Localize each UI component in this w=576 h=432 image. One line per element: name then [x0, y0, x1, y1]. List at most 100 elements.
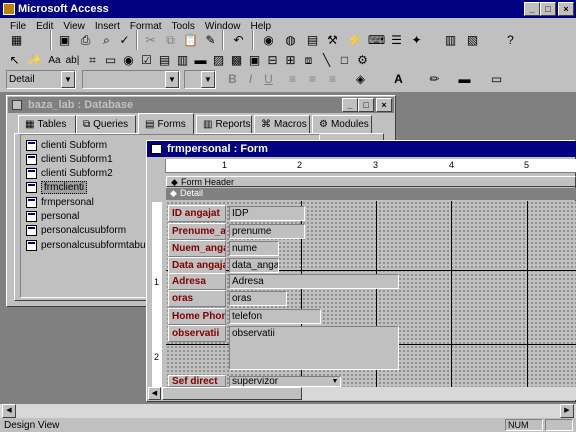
- textbox-icon[interactable]: ab|: [62, 50, 83, 70]
- list-item[interactable]: personalcusubform: [26, 223, 126, 237]
- toolbox-icon[interactable]: ⚒: [322, 30, 343, 50]
- field-combobox[interactable]: supervizor ▼: [229, 376, 341, 387]
- format-painter-icon[interactable]: ✎: [200, 30, 221, 50]
- field-label[interactable]: Adresa: [168, 273, 226, 290]
- field-textbox[interactable]: nume: [229, 241, 279, 256]
- form-icon: [151, 144, 162, 154]
- control-wizards-icon[interactable]: ✨: [24, 50, 45, 70]
- tab-macros[interactable]: ⌘ Macros: [254, 115, 310, 133]
- field-textbox[interactable]: data_angaj: [229, 258, 279, 273]
- chevron-down-icon[interactable]: ▼: [61, 71, 75, 88]
- database-window-title: baza_lab : Database: [28, 99, 134, 111]
- cut-icon[interactable]: ✂: [140, 30, 161, 50]
- size-combo[interactable]: ▼: [184, 70, 216, 89]
- status-mode: Design View: [4, 420, 60, 431]
- align-right-icon[interactable]: ≡: [322, 69, 343, 89]
- object-combo[interactable]: Detail ▼: [6, 70, 76, 89]
- database-window-icon[interactable]: ▥: [440, 30, 461, 50]
- section-arrow-icon: ◆: [170, 188, 177, 198]
- field-label[interactable]: Nuem_angajat: [168, 240, 226, 257]
- scroll-left-icon[interactable]: ◀: [148, 387, 161, 400]
- print-icon[interactable]: ⎙: [75, 30, 96, 50]
- tab-reports[interactable]: ▥ Reports: [196, 115, 252, 133]
- chevron-down-icon[interactable]: ▼: [165, 71, 179, 88]
- close-button[interactable]: ×: [376, 98, 392, 112]
- field-label[interactable]: oras: [168, 290, 226, 307]
- chevron-down-icon[interactable]: ▼: [201, 71, 215, 88]
- tab-modules[interactable]: ⚙ Modules: [312, 115, 372, 133]
- list-item[interactable]: frmpersonal: [26, 195, 94, 209]
- database-window-title-bar: baza_lab : Database _ □ ×: [8, 97, 394, 113]
- list-item[interactable]: personal: [26, 209, 79, 223]
- code-icon[interactable]: ⌨: [366, 30, 387, 50]
- form-window-title-bar: frmpersonal : Form: [147, 141, 576, 157]
- list-item-selected[interactable]: frmclienti: [26, 180, 88, 194]
- internet-icon[interactable]: ◉: [258, 30, 279, 50]
- underline-button[interactable]: U: [258, 69, 279, 89]
- field-textbox[interactable]: telefon: [229, 309, 321, 324]
- form-horizontal-scrollbar[interactable]: ◀: [148, 387, 576, 400]
- field-list-icon[interactable]: ▤: [302, 30, 323, 50]
- view-icon[interactable]: ▦: [6, 30, 27, 50]
- main-horizontal-scrollbar[interactable]: ◀ ▶: [0, 404, 576, 418]
- help-icon[interactable]: ?: [500, 30, 521, 50]
- scroll-thumb[interactable]: [162, 387, 302, 400]
- form-icon: [26, 167, 37, 179]
- field-memo[interactable]: observatii: [229, 326, 399, 370]
- spelling-icon[interactable]: ✓: [114, 30, 135, 50]
- field-label[interactable]: Data angajarii: [168, 257, 226, 274]
- field-textbox[interactable]: prenume: [229, 224, 305, 239]
- list-item[interactable]: personalcusubformtabular: [26, 238, 157, 252]
- minimize-button[interactable]: _: [342, 98, 358, 112]
- align-left-icon[interactable]: ≡: [282, 69, 303, 89]
- field-textbox[interactable]: Adresa: [229, 274, 399, 289]
- field-label[interactable]: observatii: [168, 325, 226, 342]
- paste-icon[interactable]: 📋: [180, 30, 201, 50]
- autoformat-icon[interactable]: ⚡: [344, 30, 365, 50]
- scroll-right-icon[interactable]: ▶: [560, 404, 574, 418]
- app-title: Microsoft Access: [18, 3, 109, 15]
- field-label[interactable]: Home Phone: [168, 308, 226, 325]
- field-label[interactable]: Sef direct: [168, 375, 226, 387]
- undo-icon[interactable]: ↶: [228, 30, 249, 50]
- maximize-button[interactable]: □: [358, 98, 374, 112]
- font-combo[interactable]: ▼: [82, 70, 180, 89]
- tab-forms[interactable]: ▤ Forms: [138, 113, 194, 134]
- special-effect-icon[interactable]: ▭: [486, 69, 507, 89]
- field-textbox[interactable]: oras: [229, 291, 287, 306]
- list-item[interactable]: clienti Subform2: [26, 166, 113, 180]
- report-icon: ▥: [203, 119, 213, 130]
- save-icon[interactable]: ▣: [54, 30, 75, 50]
- tab-tables[interactable]: ▦ Tables: [18, 115, 76, 133]
- web-toolbar-icon[interactable]: ◍: [280, 30, 301, 50]
- close-button[interactable]: ×: [558, 2, 574, 16]
- line-width-icon[interactable]: ▬: [454, 69, 475, 89]
- font-color-icon[interactable]: A: [388, 69, 409, 89]
- maximize-button[interactable]: □: [540, 2, 556, 16]
- status-bar: [0, 418, 576, 432]
- field-label[interactable]: Prenume_angajat: [168, 223, 226, 240]
- status-panel: [545, 419, 573, 431]
- field-label[interactable]: ID angajat: [168, 205, 226, 222]
- detail-section-bar[interactable]: ◆ Detail: [166, 188, 576, 200]
- build-icon[interactable]: ✦: [406, 30, 427, 50]
- properties-icon[interactable]: ☰: [386, 30, 407, 50]
- more-controls-icon[interactable]: ⚙: [352, 50, 373, 70]
- macro-icon: ⌘: [261, 119, 271, 130]
- form-icon: [26, 196, 37, 208]
- form-icon: [26, 224, 37, 236]
- scroll-left-icon[interactable]: ◀: [2, 404, 16, 418]
- select-objects-icon[interactable]: ↖: [4, 50, 25, 70]
- list-item[interactable]: clienti Subform: [26, 138, 107, 152]
- chevron-down-icon[interactable]: ▼: [330, 377, 340, 386]
- line-color-icon[interactable]: ✏: [424, 69, 445, 89]
- minimize-button[interactable]: _: [524, 2, 540, 16]
- field-textbox[interactable]: IDP: [229, 206, 305, 221]
- form-header-section-bar[interactable]: ◆ Form Header: [166, 176, 576, 187]
- list-item[interactable]: clienti Subform1: [26, 152, 113, 166]
- fill-color-icon[interactable]: ◈: [350, 69, 371, 89]
- align-center-icon[interactable]: ≡: [302, 69, 323, 89]
- copy-icon[interactable]: ⧉: [160, 30, 181, 50]
- tab-queries[interactable]: ⧉ Queries: [76, 115, 136, 133]
- new-object-icon[interactable]: ▧: [462, 30, 483, 50]
